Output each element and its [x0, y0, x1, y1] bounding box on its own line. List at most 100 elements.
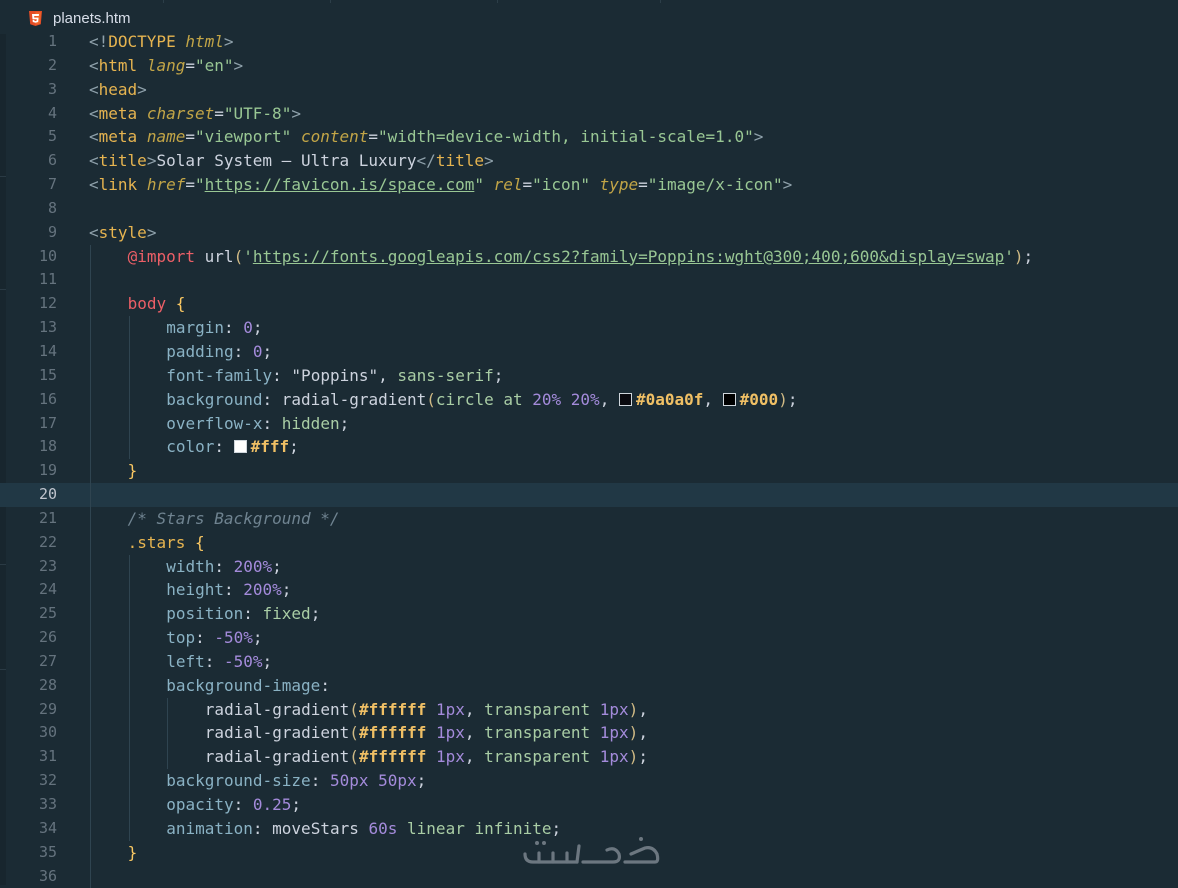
code-token: :	[233, 795, 253, 814]
code-text: .stars {	[128, 531, 205, 555]
indent-guide	[90, 339, 91, 364]
code-text: <link href="https://favicon.is/space.com…	[89, 173, 792, 197]
code-line[interactable]: 30 radial-gradient(#ffffff 1px, transpare…	[0, 721, 1178, 746]
code-token: :	[195, 628, 215, 648]
code-line[interactable]: 14 padding: 0;	[0, 339, 1178, 364]
code-line[interactable]: 25 position: fixed;	[0, 602, 1178, 627]
code-token: 0	[252, 341, 263, 361]
code-token: :	[233, 341, 253, 361]
code-line[interactable]: 15 font-family: "Poppins", sans-serif;	[0, 363, 1178, 388]
code-token: Solar System – Ultra Luxury	[156, 151, 417, 171]
code-token: )	[628, 747, 639, 767]
code-token: 1px	[436, 723, 465, 743]
code-token: )	[778, 389, 788, 409]
code-line[interactable]: 28 background-image:	[0, 673, 1178, 698]
code-token: 200%	[243, 580, 282, 600]
code-token: html	[98, 55, 147, 75]
code-line[interactable]: 29 radial-gradient(#ffffff 1px, transpare…	[0, 697, 1178, 722]
code-token: >	[223, 32, 234, 51]
code-line[interactable]: 26 top: -50%;	[0, 626, 1178, 650]
code-token: ;	[787, 389, 798, 409]
code-token: html	[185, 32, 224, 51]
indent-guide	[90, 387, 91, 412]
code-line[interactable]: 6 <title>Solar System – Ultra Luxury</tit…	[0, 149, 1178, 173]
code-line[interactable]: 19}	[0, 459, 1178, 484]
line-number: 34	[38, 818, 57, 837]
code-line[interactable]: 2 <html lang="en">	[0, 54, 1178, 78]
code-token: (	[426, 389, 436, 409]
code-token: >	[753, 127, 764, 147]
code-token: .stars	[127, 532, 196, 552]
code-token: transparent	[484, 723, 600, 743]
line-number: 25	[38, 604, 57, 623]
code-text: position: fixed;	[166, 602, 320, 626]
code-line[interactable]: 17 overflow-x: hidden;	[0, 411, 1178, 436]
indent-guide	[90, 244, 91, 269]
code-line[interactable]: 16 background: radial-gradient(circle at …	[0, 387, 1178, 412]
code-line[interactable]: 33 opacity: 0.25;	[0, 793, 1178, 817]
khamsat-watermark-logo	[523, 837, 660, 864]
code-line[interactable]: 1 <!DOCTYPE html>	[0, 30, 1178, 54]
indent-guide	[128, 673, 130, 698]
code-token: ,	[638, 723, 648, 743]
code-line[interactable]: 10 @import url('https://fonts.googleapis.…	[0, 244, 1178, 269]
code-token: :	[223, 318, 244, 338]
code-token: )	[628, 723, 639, 743]
code-text: @import url('https://fonts.googleapis.co…	[128, 245, 1034, 269]
code-line[interactable]: 21 /* Stars Background */	[0, 506, 1178, 531]
code-line[interactable]: 12 body {	[0, 292, 1178, 317]
indent-guide	[167, 697, 169, 722]
indent-guide	[167, 721, 169, 746]
code-line[interactable]: 18 color: #fff;	[0, 435, 1178, 460]
code-text: <head>	[89, 78, 147, 102]
code-token: radial-gradient	[204, 723, 350, 743]
color-swatch[interactable]	[233, 440, 247, 454]
code-line[interactable]: 32 background-size: 50px 50px;	[0, 769, 1178, 793]
code-editor[interactable]: 1 <!DOCTYPE html> 2 <html lang="en"> 3 <head>…	[0, 30, 1178, 888]
color-swatch[interactable]	[618, 392, 632, 406]
code-token: </	[416, 151, 436, 171]
code-line[interactable]: 4 <meta charset="UTF-8">	[0, 102, 1178, 126]
color-swatch[interactable]	[722, 392, 736, 406]
code-token: 1px	[436, 747, 465, 767]
line-number: 35	[38, 842, 57, 861]
code-token: :	[243, 604, 263, 624]
code-token[interactable]: https://favicon.is/space.com	[205, 175, 475, 194]
code-line[interactable]: 5 <meta name="viewport" content="width=de…	[0, 125, 1178, 149]
code-token: <	[89, 175, 99, 195]
code-line[interactable]: 8	[0, 197, 1178, 221]
indent-guide	[90, 602, 91, 627]
code-text: color: #fff;	[166, 435, 299, 459]
code-token: =	[185, 55, 195, 75]
tab-title: planets.htm	[53, 9, 131, 27]
code-line[interactable]: 3 <head>	[0, 78, 1178, 102]
code-token: :	[262, 389, 282, 409]
code-token: <	[89, 151, 99, 171]
code-line[interactable]: 23 width: 200%;	[0, 554, 1178, 579]
code-token: "en"	[194, 55, 234, 75]
code-token: ;	[272, 556, 282, 576]
code-token: font-family	[166, 365, 273, 385]
code-token[interactable]: https://fonts.googleapis.com/css2?family…	[253, 247, 1004, 266]
code-line[interactable]: 22 .stars {	[0, 530, 1178, 555]
line-number: 11	[38, 270, 57, 289]
code-line[interactable]: 9 <style>	[0, 221, 1178, 245]
code-token: "Poppins",	[291, 365, 398, 385]
indent-guide	[90, 864, 91, 888]
indent-guide	[90, 506, 91, 531]
tab-planets[interactable]: planets.htm	[18, 4, 131, 32]
indent-guide	[90, 721, 91, 746]
code-line[interactable]: 13 margin: 0;	[0, 316, 1178, 340]
code-text: radial-gradient(#ffffff 1px, transparent…	[205, 745, 648, 769]
code-text: overflow-x: hidden;	[166, 412, 349, 436]
indent-guide	[90, 316, 91, 340]
code-line[interactable]: 11	[0, 268, 1178, 293]
code-line[interactable]: 7 <link href="https://favicon.is/space.co…	[0, 173, 1178, 197]
code-line[interactable]: 27 left: -50%;	[0, 649, 1178, 674]
code-line[interactable]: 24 height: 200%;	[0, 578, 1178, 603]
indent-guide	[90, 649, 91, 674]
code-token: transparent	[484, 699, 600, 719]
code-line[interactable]: 31 radial-gradient(#ffffff 1px, transpare…	[0, 745, 1178, 770]
code-line[interactable]: 20	[0, 483, 1178, 507]
indent-guide	[90, 435, 91, 460]
